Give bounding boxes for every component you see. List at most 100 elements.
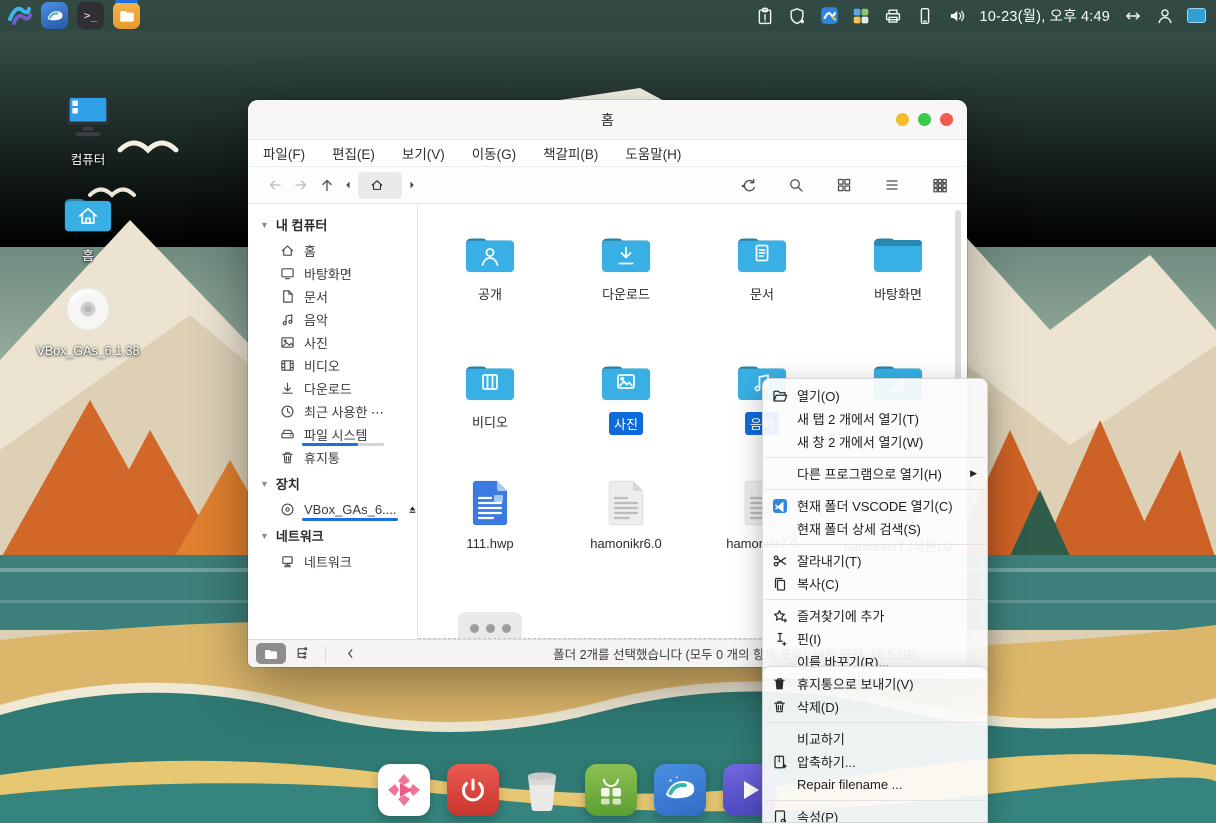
user-icon[interactable] xyxy=(1155,6,1174,25)
input-method-icon[interactable] xyxy=(820,6,839,25)
desktop-icon-home-folder[interactable]: 홈 xyxy=(40,190,136,264)
whale-browser-icon[interactable] xyxy=(41,2,68,29)
context-menu-item[interactable]: 새 창 2 개에서 열기(W) xyxy=(763,430,987,453)
menu-item-label: 즐겨찾기에 추가 xyxy=(797,606,884,625)
sidebar-item[interactable]: 음악 xyxy=(248,308,417,331)
context-menu-item[interactable]: 열기(O) xyxy=(763,384,987,407)
context-menu-item[interactable]: Repair filename ... xyxy=(763,773,987,796)
input-switch-icon[interactable] xyxy=(1123,6,1142,25)
trash-icon xyxy=(280,450,295,465)
context-menu-item[interactable]: 복사(C) xyxy=(763,572,987,595)
menu-separator xyxy=(764,489,986,490)
folder-item[interactable]: 문서 xyxy=(700,224,824,303)
back-icon[interactable] xyxy=(262,172,288,198)
minimize-button[interactable] xyxy=(896,113,909,126)
eject-icon[interactable] xyxy=(406,503,419,516)
context-menu-item[interactable]: 즐겨찾기에 추가 xyxy=(763,604,987,627)
next-crumb-icon[interactable] xyxy=(404,172,420,198)
file-item[interactable]: 111.hwp xyxy=(428,476,552,551)
trash-bin-icon[interactable] xyxy=(516,764,568,816)
file-item[interactable]: hamonikr6.0 xyxy=(564,476,688,551)
sidebar-item[interactable]: 다운로드 xyxy=(248,377,417,400)
terminal-icon[interactable]: >_ xyxy=(77,2,104,29)
folder-item[interactable]: 비디오 xyxy=(428,352,552,431)
context-menu-item[interactable]: 현재 폴더 VSCODE 열기(C) xyxy=(763,494,987,517)
menubar-item-5[interactable]: 도움말(H) xyxy=(625,143,681,163)
sidebar-item[interactable]: VBox_GAs_6.... xyxy=(248,498,417,521)
sidebar-item[interactable]: 비디오 xyxy=(248,354,417,377)
context-menu-item[interactable]: 비교하기 xyxy=(763,727,987,750)
close-button[interactable] xyxy=(940,113,953,126)
app-launcher-icon[interactable] xyxy=(585,764,637,816)
sidebar-item[interactable]: 홈 xyxy=(248,239,417,262)
titlebar[interactable]: 홈 xyxy=(248,100,967,140)
folder-item[interactable]: 공개 xyxy=(428,224,552,303)
tree-view-toggle-icon[interactable] xyxy=(286,643,316,664)
menubar-item-1[interactable]: 편집(E) xyxy=(332,143,375,163)
sidebar-item[interactable]: 최근 사용한 ⋯ xyxy=(248,400,417,423)
sidebar-item[interactable]: 파일 시스템 xyxy=(248,423,417,446)
mobile-device-icon[interactable] xyxy=(916,6,935,25)
context-menu-item[interactable]: 삭제(D) xyxy=(763,695,987,718)
context-menu-item[interactable]: 핀(I) xyxy=(763,627,987,650)
sidebar-item[interactable]: 문서 xyxy=(248,285,417,308)
menubar-item-4[interactable]: 책갈피(B) xyxy=(543,143,598,163)
up-icon[interactable] xyxy=(314,172,340,198)
whale-browser-icon[interactable] xyxy=(654,764,706,816)
clipboard-icon[interactable] xyxy=(756,6,775,25)
compact-view-icon[interactable] xyxy=(927,172,953,198)
menubar-item-3[interactable]: 이동(G) xyxy=(472,143,516,163)
security-shield-icon[interactable] xyxy=(788,6,807,25)
context-menu-item[interactable]: 다른 프로그램으로 열기(H)▶ xyxy=(763,462,987,485)
disc-icon xyxy=(280,502,295,517)
list-view-icon[interactable] xyxy=(879,172,905,198)
folder-item[interactable]: 바탕화면 xyxy=(836,224,960,303)
power-icon[interactable] xyxy=(447,764,499,816)
menubar-item-0[interactable]: 파일(F) xyxy=(263,143,305,163)
forward-icon[interactable] xyxy=(288,172,314,198)
desktop-icon-disc[interactable]: VBox_GAs_6.1.38 xyxy=(40,283,136,358)
context-menu-item[interactable]: 속성(P) xyxy=(763,805,987,823)
context-menu-item[interactable]: 현재 폴더 상세 검색(S) xyxy=(763,517,987,540)
sidebar-item-label: 문서 xyxy=(304,287,328,306)
sidebar-item[interactable]: 휴지통 xyxy=(248,446,417,469)
sidebar-item-label: 네트워크 xyxy=(304,552,352,571)
search-icon[interactable] xyxy=(783,172,809,198)
sidebar-section-label: 내 컴퓨터 xyxy=(276,215,327,234)
folder-icon xyxy=(597,352,655,404)
context-menu-item[interactable]: 잘라내기(T) xyxy=(763,549,987,572)
folder-item[interactable]: 사진 xyxy=(564,352,688,435)
grid-view-icon[interactable] xyxy=(831,172,857,198)
sidebar-item-label: 비디오 xyxy=(304,356,340,375)
sidebar-section-1[interactable]: ▼장치 xyxy=(248,469,417,498)
clock[interactable]: 10-23(월), 오후 4:49 xyxy=(980,5,1110,26)
sidebar-item[interactable]: 바탕화면 xyxy=(248,262,417,285)
context-menu-item[interactable]: 압축하기... xyxy=(763,750,987,773)
breadcrumb[interactable] xyxy=(358,172,402,199)
menubar-item-2[interactable]: 보기(V) xyxy=(402,143,445,163)
context-menu-item[interactable]: 새 탭 2 개에서 열기(T) xyxy=(763,407,987,430)
workspace-icon[interactable] xyxy=(1187,6,1206,25)
volume-icon[interactable] xyxy=(948,6,967,25)
media-app-icon[interactable] xyxy=(378,764,430,816)
hamonikr-logo-icon[interactable] xyxy=(5,2,32,29)
icon-view-toggle-icon[interactable] xyxy=(256,643,286,664)
prev-crumb-icon[interactable] xyxy=(340,172,356,198)
sidebar-item[interactable]: 사진 xyxy=(248,331,417,354)
toggle-location-icon[interactable] xyxy=(735,172,761,198)
sidebar-section-0[interactable]: ▼내 컴퓨터 xyxy=(248,210,417,239)
desktop-icon-computer[interactable]: 컴퓨터 xyxy=(40,88,136,168)
context-menu-item[interactable]: 휴지통으로 보내기(V) xyxy=(763,672,987,695)
folder-item[interactable]: 다운로드 xyxy=(564,224,688,303)
photos-icon[interactable] xyxy=(852,6,871,25)
menu-item-label: 새 창 2 개에서 열기(W) xyxy=(797,432,923,451)
collapse-sidebar-icon[interactable] xyxy=(335,643,365,664)
context-menu: 열기(O)새 탭 2 개에서 열기(T) 새 창 2 개에서 열기(W) 다른 프로… xyxy=(762,378,988,679)
sidebar-item[interactable]: 네트워크 xyxy=(248,550,417,573)
file-label: 바탕화면 xyxy=(874,284,922,303)
open-folder-icon xyxy=(772,388,797,404)
file-manager-icon[interactable] xyxy=(113,2,140,29)
printer-icon[interactable] xyxy=(884,6,903,25)
sidebar-section-2[interactable]: ▼네트워크 xyxy=(248,521,417,550)
maximize-button[interactable] xyxy=(918,113,931,126)
